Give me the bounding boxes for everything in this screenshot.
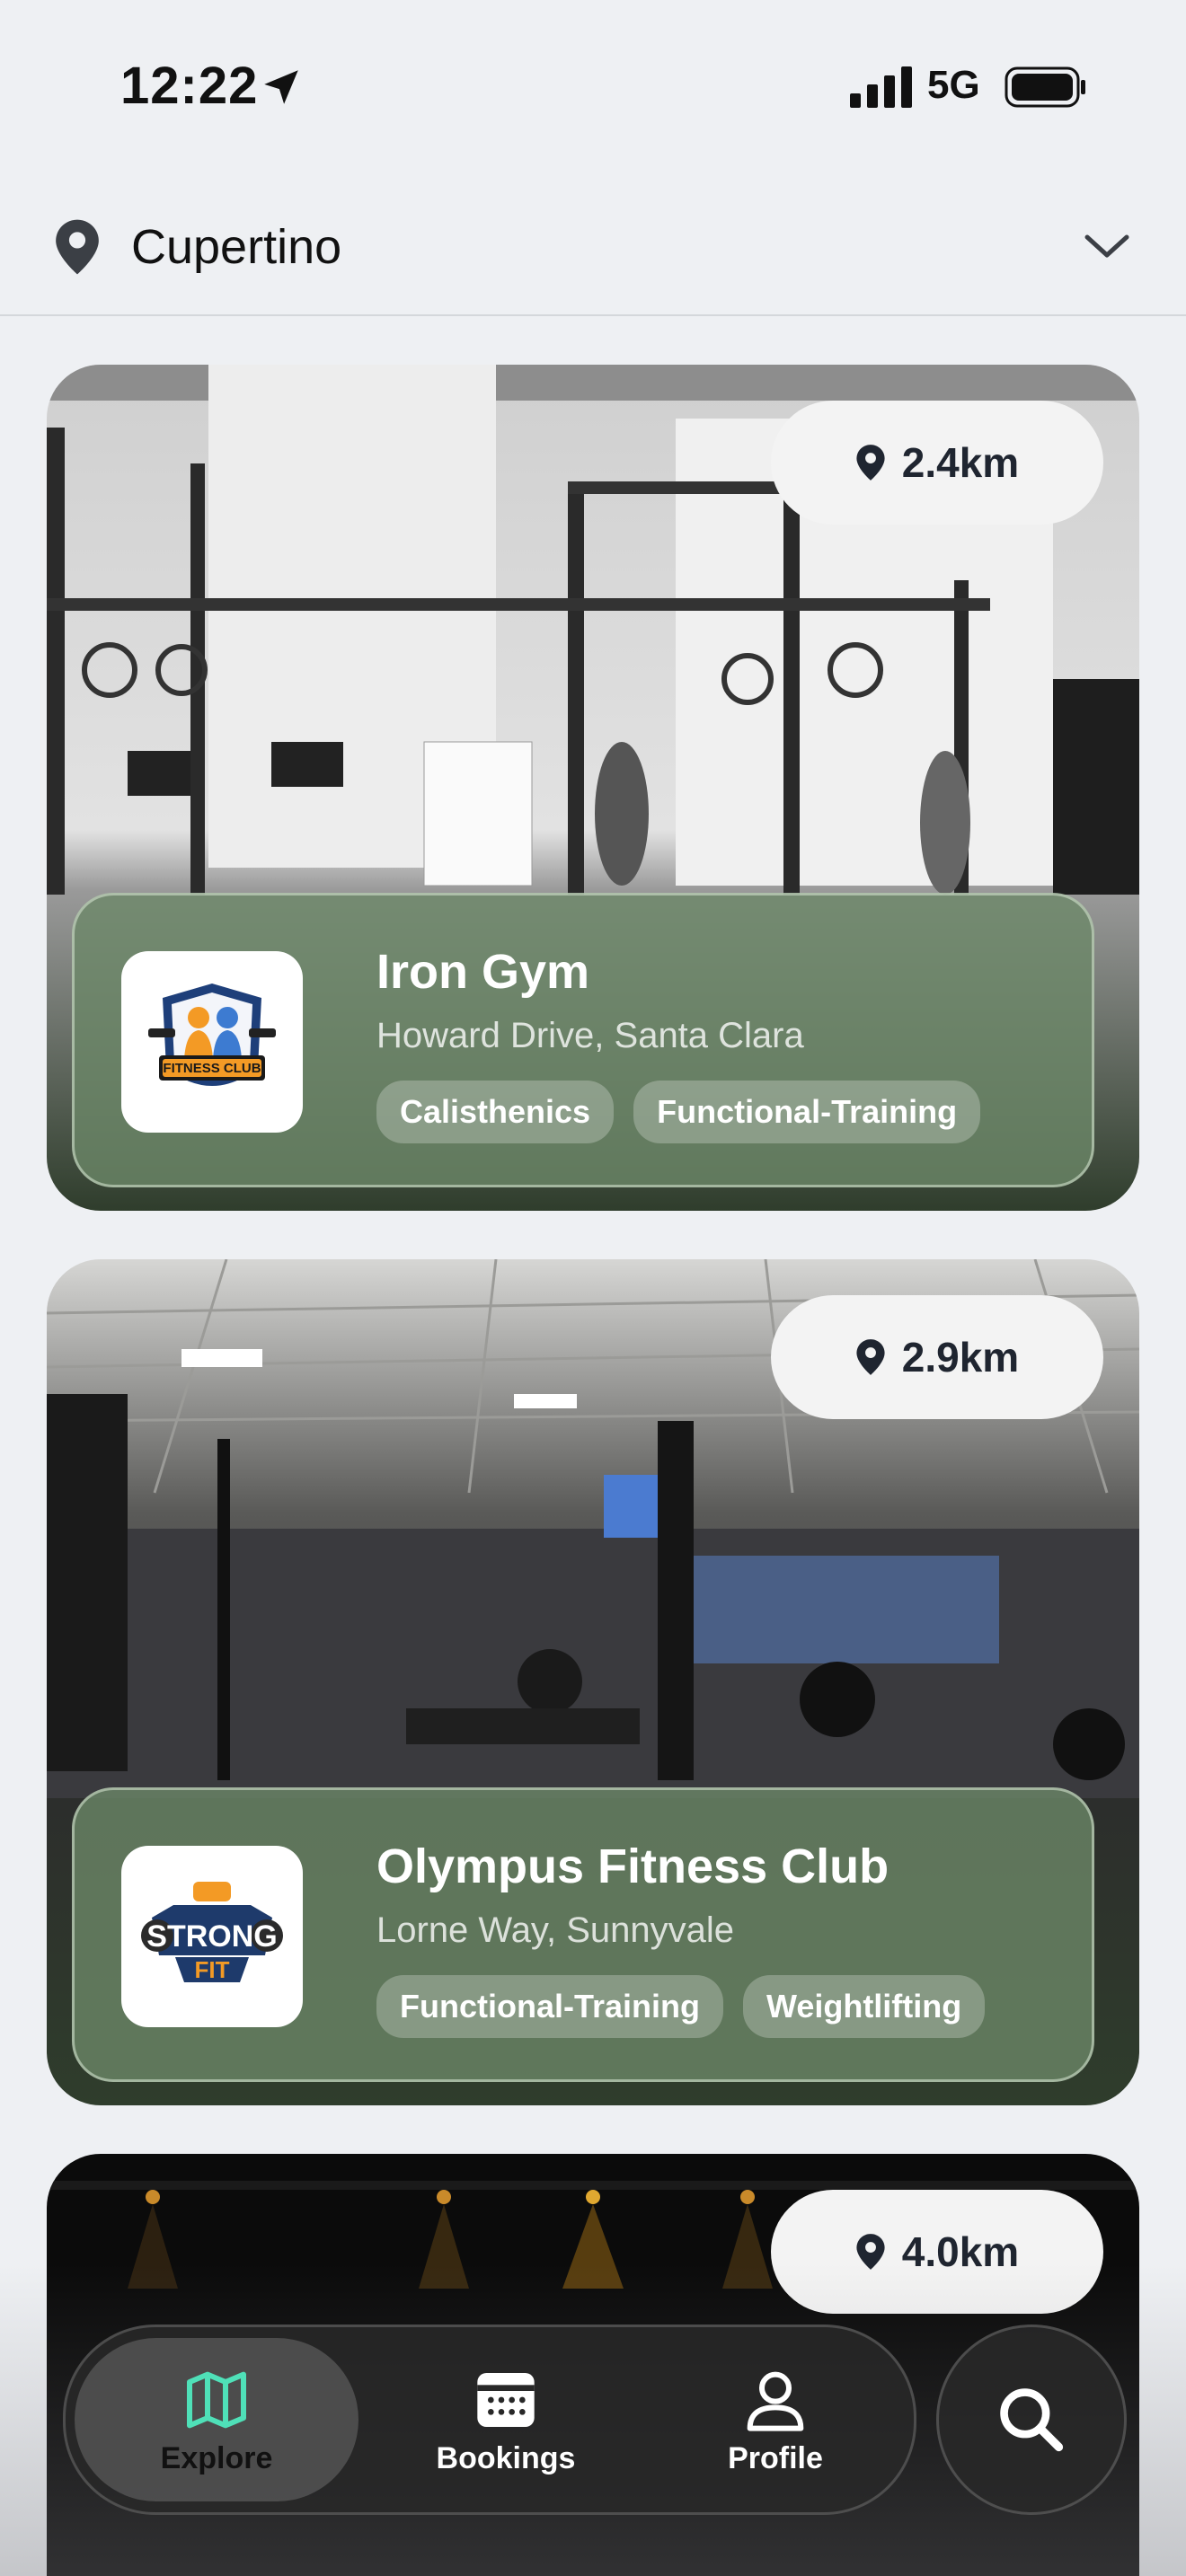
gym-info-panel: STRONG FIT Olympus Fitness Club Lorne Wa… [72,1787,1094,2082]
calendar-icon [477,2372,535,2427]
tag-list: Calisthenics Functional-Training [376,1081,981,1143]
network-type: 5G [927,63,980,107]
tab-bookings[interactable]: Bookings [407,2327,605,2512]
gym-info-panel: FITNESS CLUB Iron Gym Howard Drive, Sant… [72,893,1094,1187]
search-icon [1000,2388,1064,2452]
battery-icon [1005,66,1085,108]
status-bar: 12:22 5G [0,0,1186,171]
distance-badge: 2.4km [771,401,1103,525]
distance-text: 2.4km [901,439,1020,486]
location-selector[interactable]: Cupertino [0,189,1186,316]
map-pin-icon [856,1339,885,1375]
tag-list: Functional-Training Weightlifting [376,1975,986,2038]
tab-bar: Explore Bookings Profile [63,2325,916,2515]
gym-card[interactable]: 2.4km FITNESS CLUB Iron Gym Howard Drive… [47,365,1139,1211]
tag-chip: Calisthenics [376,1081,615,1143]
map-pin-icon [56,219,99,275]
gym-card[interactable]: 2.9km STRONG FIT Olympus Fitness Club Lo… [47,1259,1139,2105]
map-pin-icon [856,445,885,481]
tag-chip: Weightlifting [742,1975,986,2038]
user-icon [747,2371,804,2431]
status-time: 12:22 [120,57,259,115]
location-arrow-icon [264,70,298,104]
cellular-signal-icon [850,66,912,108]
distance-badge: 2.9km [771,1295,1103,1419]
gym-logo: FITNESS CLUB [121,951,303,1133]
distance-text: 2.9km [901,1334,1020,1381]
gym-name: Olympus Fitness Club [376,1839,890,1893]
search-button[interactable] [936,2325,1127,2515]
tag-chip: Functional-Training [633,1081,981,1143]
logo-text: FIT [195,1956,230,1983]
gym-address: Lorne Way, Sunnyvale [376,1910,734,1950]
chevron-down-icon [1084,234,1129,258]
tab-explore[interactable]: Explore [75,2338,358,2501]
logo-text: FITNESS CLUB [163,1061,261,1076]
tab-label: Profile [728,2440,823,2475]
map-icon [187,2371,246,2428]
tag-chip: Functional-Training [376,1975,723,2038]
tab-profile[interactable]: Profile [677,2327,874,2512]
gym-address: Howard Drive, Santa Clara [376,1016,804,1055]
gym-name: Iron Gym [376,945,590,999]
logo-text: STRONG [146,1919,277,1954]
gym-logo: STRONG FIT [121,1846,303,2027]
tab-label: Bookings [436,2440,576,2475]
tab-label: Explore [160,2440,273,2475]
location-name: Cupertino [131,220,342,274]
